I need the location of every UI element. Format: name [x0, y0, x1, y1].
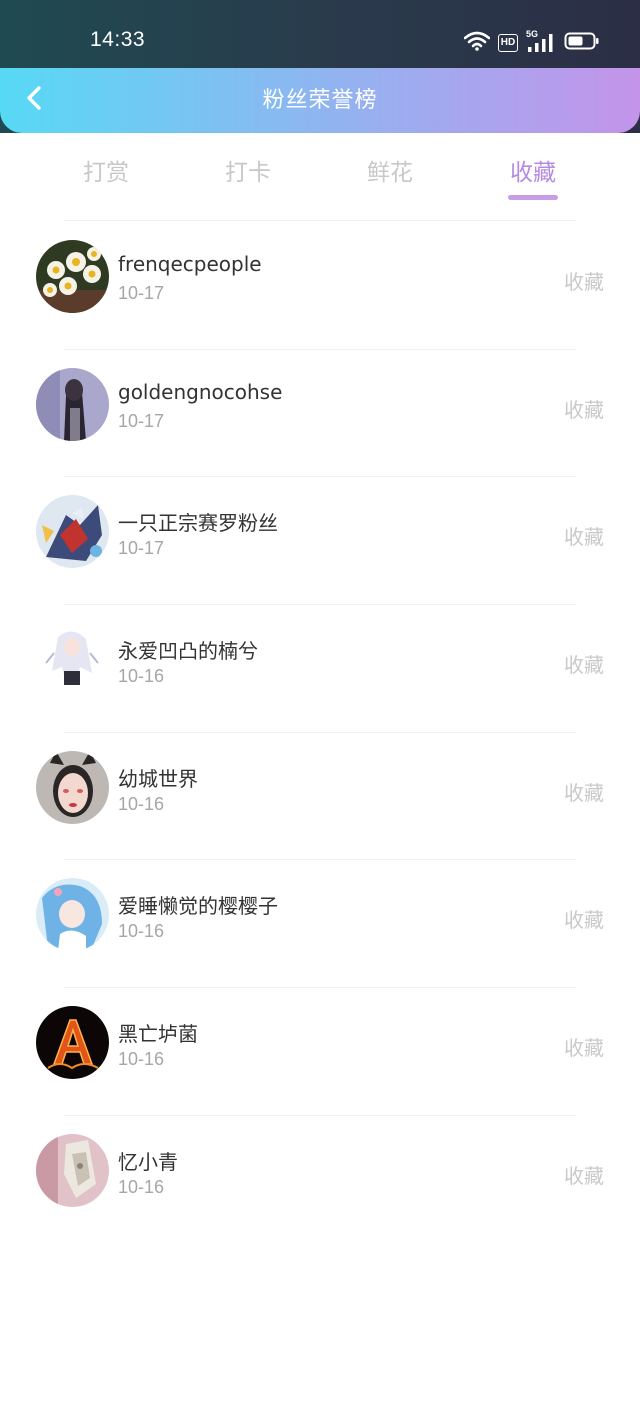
action-label: 收藏 — [564, 653, 604, 678]
avatar[interactable] — [36, 1133, 109, 1207]
user-name: frenqecpeople — [118, 252, 262, 276]
status-time: 14:33 — [90, 28, 146, 51]
status-bar: 14:33 HD 5G — [0, 0, 640, 68]
user-name: 忆小青 — [118, 1149, 178, 1174]
user-name: 黑亡垆菌 — [118, 1022, 198, 1047]
nav-bar: 粉丝荣誉榜 — [0, 68, 640, 133]
tab-label: 打赏 — [83, 160, 129, 186]
action-label: 收藏 — [564, 908, 604, 933]
tab-flowers[interactable]: 鲜花 — [340, 153, 440, 187]
favorite-date: 10-16 — [118, 666, 165, 687]
tabs-divider — [64, 220, 576, 221]
avatar[interactable] — [36, 1006, 109, 1080]
list-item[interactable]: 爱睡懒觉的樱樱子 10-16 收藏 — [0, 860, 640, 989]
list-item[interactable]: 幼城世界 10-16 收藏 — [0, 733, 640, 861]
status-icons: HD 5G — [463, 28, 600, 58]
action-label: 收藏 — [564, 780, 604, 805]
avatar[interactable] — [36, 623, 109, 697]
tab-favorites[interactable]: 收藏 — [483, 153, 583, 200]
action-label: 收藏 — [564, 1163, 604, 1188]
tab-reward[interactable]: 打赏 — [56, 153, 156, 187]
tab-label: 打卡 — [225, 160, 271, 186]
list-item[interactable]: 永爱凹凸的楠兮 10-16 收藏 — [0, 605, 640, 733]
avatar[interactable] — [36, 750, 109, 824]
avatar[interactable] — [36, 878, 109, 952]
list-item[interactable]: frenqecpeople 10-17 收藏 — [0, 222, 640, 350]
user-name: 一只正宗赛罗粉丝 — [118, 511, 278, 536]
list-item[interactable]: 黑亡垆菌 10-16 收藏 — [0, 988, 640, 1116]
5g-signal-icon: 5G — [526, 29, 556, 54]
user-name: 幼城世界 — [118, 766, 198, 791]
favorite-date: 10-16 — [118, 1049, 165, 1070]
user-name: 永爱凹凸的楠兮 — [118, 639, 258, 664]
list-item[interactable]: 忆小青 10-16 收藏 — [0, 1116, 640, 1244]
battery-icon — [564, 31, 600, 55]
avatar[interactable] — [36, 495, 109, 569]
list-item[interactable]: 一只正宗赛罗粉丝 10-17 收藏 — [0, 477, 640, 606]
user-name: goldengnocohse — [118, 379, 283, 404]
tab-checkin[interactable]: 打卡 — [198, 153, 298, 187]
top-header-area: 14:33 HD 5G 粉丝荣誉榜 — [0, 0, 640, 133]
wifi-icon — [463, 31, 491, 55]
tab-label: 鲜花 — [367, 160, 413, 186]
hd-icon: HD — [498, 34, 518, 52]
favorite-date: 10-16 — [118, 1176, 165, 1197]
favorite-date: 10-17 — [118, 410, 165, 431]
action-label: 收藏 — [564, 1036, 604, 1061]
avatar[interactable] — [36, 240, 109, 313]
active-tab-indicator — [508, 195, 558, 200]
tab-bar: 打赏 打卡 鲜花 收藏 — [0, 133, 640, 213]
fan-list: frenqecpeople 10-17 收藏 goldengnocohse 10… — [0, 222, 640, 1244]
action-label: 收藏 — [564, 397, 604, 422]
list-item[interactable]: goldengnocohse 10-17 收藏 — [0, 350, 640, 478]
favorite-date: 10-17 — [118, 538, 165, 559]
avatar[interactable] — [36, 367, 109, 441]
favorite-date: 10-16 — [118, 793, 165, 814]
favorite-date: 10-16 — [118, 921, 165, 942]
action-label: 收藏 — [564, 270, 604, 294]
favorite-date: 10-17 — [118, 283, 165, 303]
user-name: 爱睡懒觉的樱樱子 — [118, 894, 278, 919]
fan-honor-screen: 14:33 HD 5G 粉丝荣誉榜 打赏 打卡 鲜花 收藏 frenqecpeo… — [0, 0, 640, 1422]
tab-label: 收藏 — [510, 160, 556, 186]
page-title: 粉丝荣誉榜 — [262, 88, 378, 113]
action-label: 收藏 — [564, 525, 604, 550]
